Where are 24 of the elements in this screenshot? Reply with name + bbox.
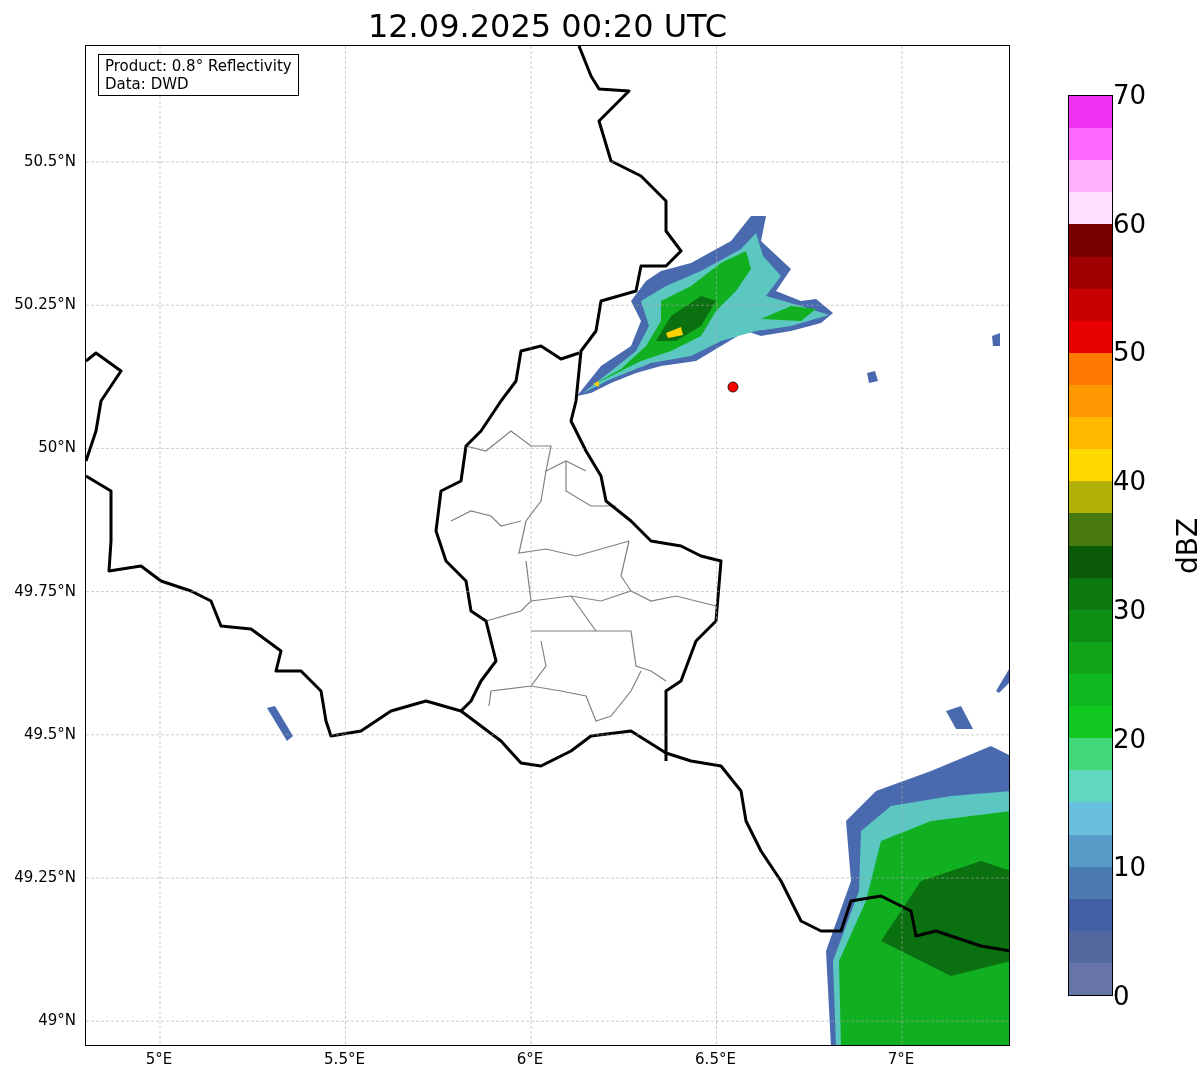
colorbar-tick-label: 20	[1113, 723, 1147, 754]
latitude-label: 49°N	[38, 1011, 76, 1030]
colorbar-tick-label: 40	[1113, 466, 1147, 497]
chart-title: 12.09.2025 00:20 UTC	[366, 6, 729, 47]
colorbar-label: dBZ	[1172, 517, 1202, 575]
colorbar-tick-label: 10	[1113, 852, 1147, 883]
latitude-label: 50.5°N	[23, 152, 76, 170]
colorbar-tick-label: 0	[1113, 981, 1130, 1011]
longitude-label: 5.5°E	[324, 1050, 365, 1068]
legend-text: Data: DWD	[105, 75, 190, 93]
longitude-label: 7°E	[887, 1050, 915, 1068]
colorbar-tick-label: 70	[1113, 80, 1147, 110]
colorbar-tick-label: 50	[1113, 337, 1147, 368]
latitude-label: 50.25°N	[14, 295, 76, 314]
legend-text: Product: 0.8° Reflectivity	[105, 57, 292, 75]
colorbar-tick-label: 30	[1113, 594, 1147, 625]
latitude-label: 49.5°N	[23, 724, 76, 743]
longitude-label: 6°E	[516, 1050, 544, 1068]
colorbar-tick-label: 60	[1113, 208, 1147, 239]
latitude-label: 49.25°N	[14, 868, 76, 886]
latitude-label: 49.75°N	[14, 581, 76, 600]
latitude-label: 50°N	[38, 438, 76, 457]
longitude-label: 6.5°E	[695, 1050, 736, 1068]
longitude-label: 5°E	[145, 1050, 173, 1068]
